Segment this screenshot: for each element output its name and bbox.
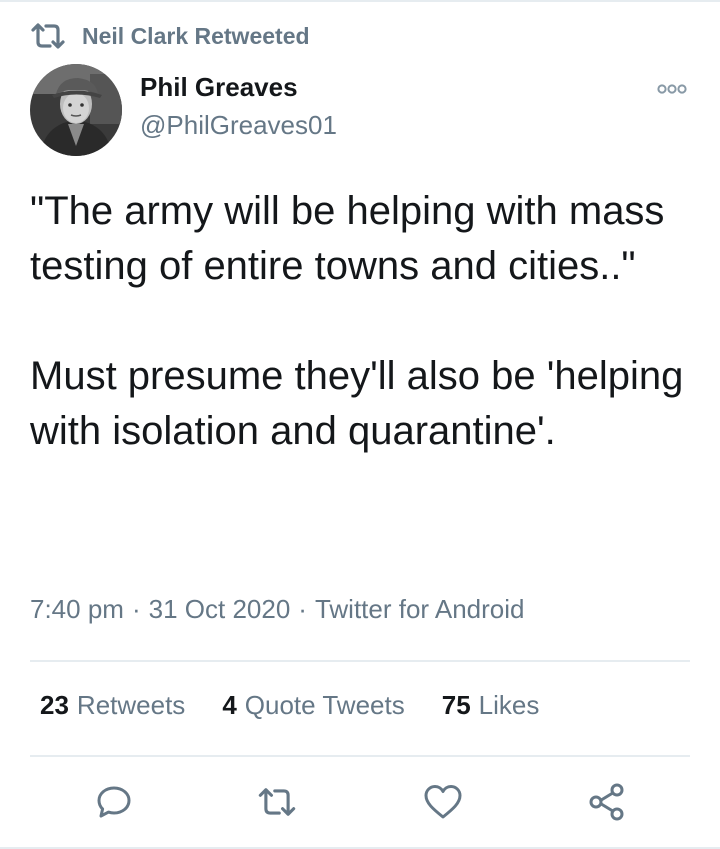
likes-label: Likes (478, 690, 540, 720)
quote-tweets-count: 4 (222, 690, 237, 720)
tweet-date[interactable]: 31 Oct 2020 (149, 594, 291, 624)
avatar-image (30, 64, 122, 156)
tweet-paragraph: Must presume they'll also be 'helping wi… (30, 354, 684, 453)
quote-tweets-stat[interactable]: 4 Quote Tweets (222, 690, 404, 721)
reply-icon (97, 786, 131, 818)
reply-button[interactable] (92, 780, 136, 824)
divider (30, 755, 690, 757)
tweet-stats: 23 Retweets 4 Quote Tweets 75 Likes (40, 690, 576, 721)
avatar[interactable] (30, 64, 122, 156)
retweets-count: 23 (40, 690, 69, 720)
retweets-label: Retweets (76, 690, 186, 720)
like-icon (424, 785, 462, 819)
more-options-button[interactable] (650, 76, 694, 102)
retweet-context[interactable]: Neil Clark Retweeted (30, 18, 310, 54)
like-button[interactable] (421, 780, 465, 824)
author-name[interactable]: Phil Greaves (140, 72, 298, 103)
retweet-icon (258, 788, 296, 816)
tweet-text: "The army will be helping with mass test… (30, 184, 690, 459)
tweet-meta: 7:40 pm · 31 Oct 2020 · Twitter for Android (30, 594, 525, 625)
likes-count: 75 (441, 690, 471, 720)
likes-stat[interactable]: 75 Likes (442, 690, 540, 721)
retweet-icon (31, 23, 65, 49)
share-icon (589, 783, 624, 821)
share-button[interactable] (585, 780, 629, 824)
meta-separator: · (298, 594, 307, 624)
tweet-client[interactable]: Twitter for Android (315, 594, 525, 624)
divider (30, 660, 690, 662)
retweet-button[interactable] (255, 780, 299, 824)
author-handle[interactable]: @PhilGreaves01 (140, 110, 337, 141)
meta-separator: · (131, 594, 141, 624)
quote-tweets-label: Quote Tweets (244, 690, 405, 720)
top-divider (0, 0, 720, 2)
tweet-paragraph: "The army will be helping with mass test… (30, 189, 665, 288)
retweet-context-label: Neil Clark Retweeted (82, 22, 310, 49)
tweet-time[interactable]: 7:40 pm (30, 594, 124, 624)
retweets-stat[interactable]: 23 Retweets (40, 690, 185, 721)
more-options-icon (657, 84, 687, 94)
